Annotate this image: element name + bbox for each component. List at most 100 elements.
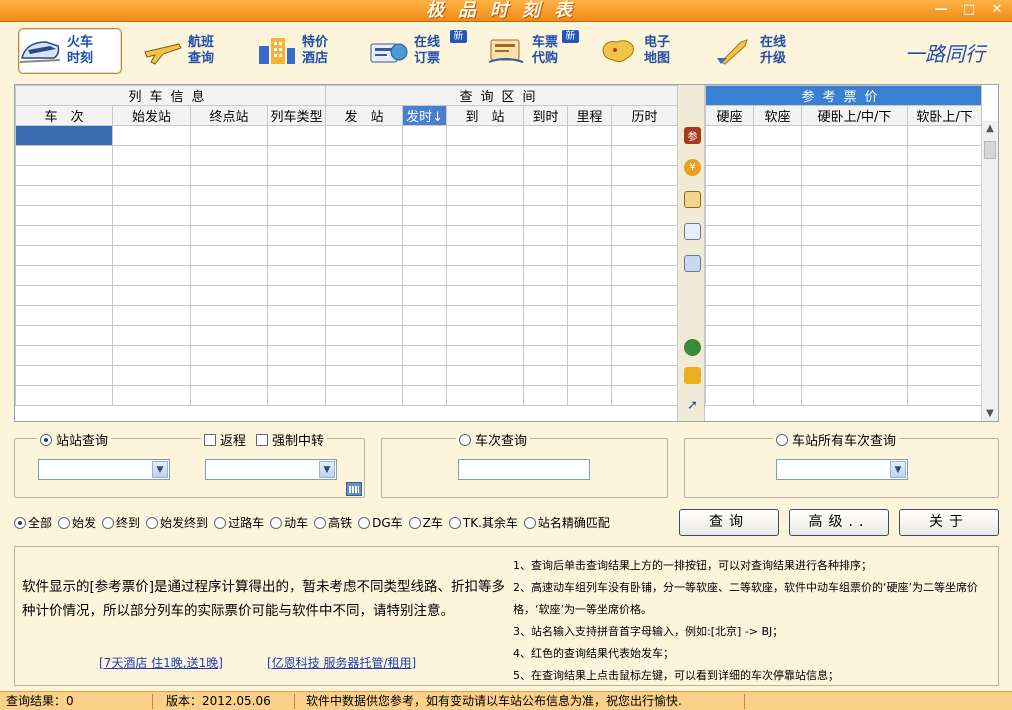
filter-radio[interactable]	[523, 516, 536, 529]
table-row[interactable]	[15, 265, 679, 286]
table-row[interactable]	[15, 385, 679, 406]
filter-option[interactable]: 站名精确匹配	[523, 514, 610, 531]
table-row[interactable]	[705, 305, 983, 326]
price-column-header[interactable]: 软卧上/下	[906, 105, 983, 126]
filter-radio[interactable]	[214, 516, 227, 529]
column-header[interactable]: 发 站	[325, 105, 404, 126]
filter-option[interactable]: 高铁	[314, 514, 352, 531]
refresh-icon[interactable]	[684, 339, 701, 356]
tool-ticket-purchase[interactable]: 车票 代购 新	[484, 28, 584, 74]
table-row[interactable]	[15, 205, 679, 226]
table-row[interactable]	[15, 125, 679, 146]
return-trip-checkbox[interactable]	[204, 433, 216, 446]
filter-radio[interactable]	[14, 516, 26, 529]
table-row[interactable]	[705, 205, 983, 226]
filter-option[interactable]: 动车	[270, 514, 308, 531]
hosting-ad-link[interactable]: [亿恩科技 服务器托管/租用]	[267, 654, 416, 671]
tool-hotel[interactable]: 特价 酒店	[254, 28, 344, 74]
filter-option[interactable]: Z车	[408, 514, 443, 531]
table-row[interactable]	[705, 165, 983, 186]
list-icon[interactable]	[684, 223, 701, 240]
train-query-legend[interactable]: 车次查询	[456, 430, 531, 449]
station-all-query-radio[interactable]	[776, 433, 788, 446]
table-row[interactable]	[705, 325, 983, 346]
title-bar[interactable]: 极品时刻表 — □ ✕	[0, 0, 1012, 22]
crown-icon[interactable]	[684, 367, 701, 384]
filter-option[interactable]: TK.其余车	[448, 514, 518, 531]
filter-radio[interactable]	[408, 516, 421, 529]
return-trip-option[interactable]: 返程 强制中转	[201, 430, 328, 449]
scroll-up-icon[interactable]: ▲	[982, 123, 998, 134]
price-column-header[interactable]: 硬座	[705, 105, 754, 126]
filter-radio[interactable]	[314, 516, 327, 529]
force-transfer-checkbox[interactable]	[256, 433, 269, 446]
column-header[interactable]: 发时↓	[402, 105, 448, 126]
table-row[interactable]	[705, 365, 983, 386]
filter-option[interactable]: 始发	[58, 514, 96, 531]
station-combo[interactable]: ▼	[776, 459, 908, 480]
vertical-scrollbar[interactable]: ▲ ▼	[981, 121, 998, 421]
table-row[interactable]	[705, 225, 983, 246]
column-header[interactable]: 里程	[567, 105, 613, 126]
filter-option[interactable]: 过路车	[214, 514, 264, 531]
column-header[interactable]: 始发站	[112, 105, 191, 126]
to-station-combo[interactable]: ▼	[205, 459, 337, 480]
table-row[interactable]	[15, 145, 679, 166]
about-button[interactable]: 关于	[899, 509, 999, 536]
scroll-down-icon[interactable]: ▼	[982, 408, 998, 419]
station-query-legend[interactable]: 站站查询	[37, 430, 112, 449]
filter-radio[interactable]	[102, 516, 115, 529]
column-header[interactable]: 历时	[611, 105, 679, 126]
table-row[interactable]	[705, 145, 983, 166]
station-query-radio[interactable]	[40, 433, 52, 446]
chevron-down-icon[interactable]: ▼	[890, 461, 906, 478]
column-header[interactable]: 到 站	[446, 105, 525, 126]
table-row[interactable]	[15, 285, 679, 306]
table-row[interactable]	[705, 385, 983, 406]
column-header[interactable]: 车 次	[15, 105, 113, 126]
table-row[interactable]	[15, 245, 679, 266]
table-row[interactable]	[705, 125, 983, 146]
filter-radio[interactable]	[358, 516, 371, 529]
chevron-down-icon[interactable]: ▼	[152, 461, 168, 478]
hotel-ad-link[interactable]: [7天酒店 住1晚,送1晚]	[99, 654, 223, 671]
train-number-input[interactable]	[458, 459, 590, 480]
tool-flight-query[interactable]: 航班 查询	[140, 28, 230, 74]
column-header[interactable]: 终点站	[190, 105, 268, 126]
column-header[interactable]: 列车类型	[266, 105, 327, 126]
table-row[interactable]	[705, 265, 983, 286]
table-row[interactable]	[15, 325, 679, 346]
edit-icon[interactable]	[684, 255, 701, 272]
filter-radio[interactable]	[270, 516, 283, 529]
train-query-radio[interactable]	[459, 433, 471, 446]
calendar-icon[interactable]	[346, 482, 362, 496]
price-column-header[interactable]: 软座	[753, 105, 802, 126]
tool-upgrade[interactable]: 在线 升级	[712, 28, 802, 74]
filter-option[interactable]: DG车	[358, 514, 403, 531]
results-grid[interactable]: 列车信息 查询区间 车 次始发站 终点站 列车类型发 站发时↓ 到 站到时 里程 历时 参…	[14, 84, 999, 422]
table-row[interactable]	[15, 225, 679, 246]
advanced-button[interactable]: 高级..	[789, 509, 889, 536]
chevron-down-icon[interactable]: ▼	[319, 461, 335, 478]
tool-online-booking[interactable]: 在线 订票 新	[366, 28, 467, 74]
filter-option[interactable]: 全部	[14, 514, 52, 531]
filter-radio[interactable]	[448, 516, 461, 529]
filter-option[interactable]: 终到	[102, 514, 140, 531]
price-column-header[interactable]: 硬卧上/中/下	[801, 105, 908, 126]
coin-icon[interactable]: ¥	[684, 159, 701, 176]
table-row[interactable]	[15, 345, 679, 366]
table-row[interactable]	[15, 365, 679, 386]
tag-icon[interactable]	[684, 191, 701, 208]
table-row[interactable]	[705, 285, 983, 306]
from-station-combo[interactable]: ▼	[38, 459, 170, 480]
table-row[interactable]	[705, 245, 983, 266]
table-row[interactable]	[705, 185, 983, 206]
minimize-button[interactable]: —	[932, 1, 950, 19]
filter-radio[interactable]	[146, 516, 159, 529]
scroll-thumb[interactable]	[984, 141, 996, 159]
arrow-icon[interactable]: ➚	[684, 397, 701, 414]
table-row[interactable]	[15, 165, 679, 186]
station-all-query-legend[interactable]: 车站所有车次查询	[773, 430, 900, 449]
reference-icon[interactable]: 参	[684, 127, 701, 144]
maximize-button[interactable]: □	[960, 1, 978, 19]
